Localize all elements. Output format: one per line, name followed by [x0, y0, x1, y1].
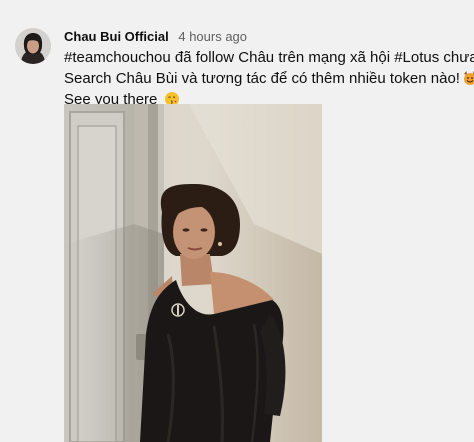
post-text-line-2: Search Châu Bùi và tương tác để có thêm …	[64, 68, 474, 89]
post-image[interactable]	[64, 104, 322, 442]
post-text: #teamchouchou đã follow Châu trên mạng x…	[64, 47, 474, 110]
avatar-photo	[15, 28, 51, 64]
author-name[interactable]: Chau Bui Official	[64, 29, 169, 44]
post-text-segment: đã follow Châu trên mạng xã hội	[170, 49, 395, 66]
post-text-segment: Search Châu Bùi và tương tác để có thêm …	[64, 70, 460, 87]
smiling-face-with-horns-icon	[463, 71, 474, 85]
community-post: Chau Bui Official 4 hours ago #teamchouc…	[0, 0, 474, 442]
hashtag-link[interactable]: #teamchouchou	[64, 49, 171, 66]
author-avatar[interactable]	[15, 28, 51, 64]
post-timestamp[interactable]: 4 hours ago	[178, 29, 247, 44]
post-header: Chau Bui Official 4 hours ago	[64, 29, 247, 45]
post-text-segment: chưa?	[443, 49, 474, 66]
post-text-line-1: #teamchouchou đã follow Châu trên mạng x…	[64, 47, 474, 68]
hashtag-link[interactable]: #Lotus	[394, 49, 439, 66]
post-photo	[64, 104, 322, 442]
